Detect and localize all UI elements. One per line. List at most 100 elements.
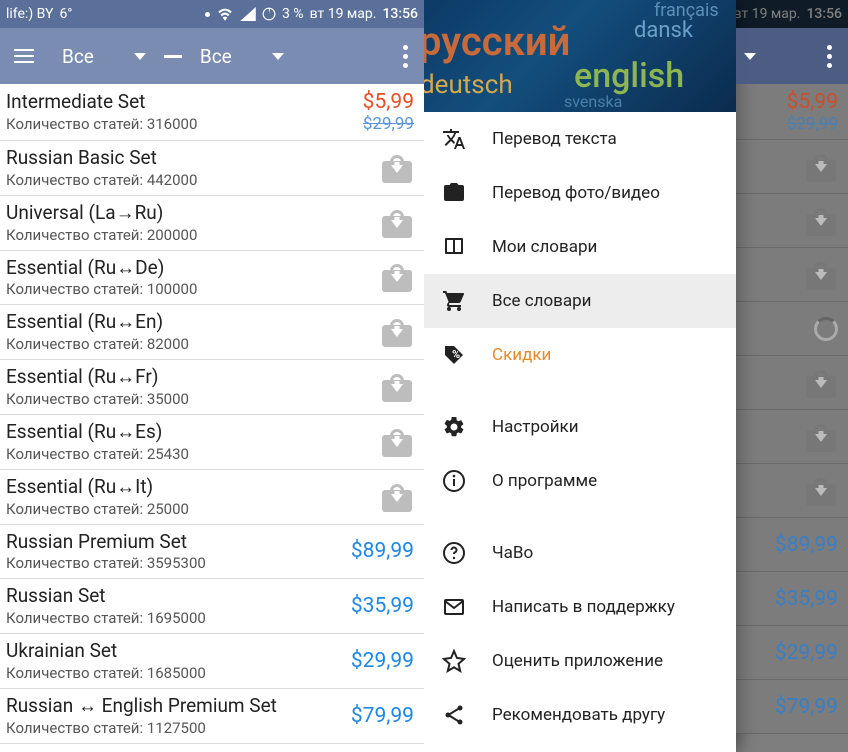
item-price: $29,99 <box>334 649 414 673</box>
carrier-label: life:) BY <box>6 6 53 22</box>
phone-left: life:) BY 6° 3 % вт 19 мар. 13:56 Все Вс <box>0 0 424 752</box>
notification-dot-icon <box>205 12 210 17</box>
item-subtitle: Количество статей: 200000 <box>6 226 380 244</box>
item-title: Ukrainian Set <box>6 640 334 663</box>
translate-icon <box>442 127 466 151</box>
menu-item-discount[interactable]: % Скидки <box>424 328 736 382</box>
dictionary-list[interactable]: Intermediate SetКоличество статей: 31600… <box>0 84 424 752</box>
download-icon[interactable] <box>380 262 414 292</box>
share-icon <box>442 703 466 727</box>
item-title: Russian Premium Set <box>6 531 334 554</box>
wifi-icon <box>216 7 234 21</box>
menu-item-info[interactable]: О программе <box>424 454 736 508</box>
menu-item-label: Настройки <box>492 417 579 437</box>
download-icon[interactable] <box>380 317 414 347</box>
download-icon <box>804 152 838 182</box>
wordcloud-word: français <box>654 0 719 21</box>
date-label: вт 19 мар. <box>310 6 377 22</box>
cart-icon <box>442 289 466 313</box>
list-item[interactable]: Russian ↔ English Premium SetКоличество … <box>0 689 424 744</box>
menu-separator <box>424 382 736 400</box>
list-item[interactable]: Russian Basic SetКоличество статей: 4420… <box>0 141 424 196</box>
loading-spinner-icon <box>814 317 838 341</box>
item-subtitle: Количество статей: 1685000 <box>6 664 334 682</box>
filter-2-dropdown[interactable]: Все <box>190 37 294 76</box>
list-item[interactable]: Essential (Ru↔Fr)Количество статей: 3500… <box>0 360 424 415</box>
list-item[interactable]: Ukrainian SetКоличество статей: 1685000$… <box>0 634 424 689</box>
filter-1-dropdown[interactable]: Все <box>52 37 156 76</box>
list-item-dimmed: $29,99 <box>736 626 848 680</box>
download-icon[interactable] <box>380 208 414 238</box>
wordcloud-word: dansk <box>634 18 693 43</box>
info-icon <box>442 469 466 493</box>
wordcloud-word: deutsch <box>424 70 513 100</box>
svg-text:%: % <box>452 348 460 361</box>
time-label: 13:56 <box>382 6 418 22</box>
item-title: Russian Set <box>6 585 334 608</box>
list-item[interactable]: Essential (Ru↔It)Количество статей: 2500… <box>0 470 424 525</box>
list-item[interactable]: Essential (Ru↔En)Количество статей: 8200… <box>0 305 424 360</box>
list-item[interactable]: Essential (Ru↔De)Количество статей: 1000… <box>0 251 424 306</box>
item-subtitle: Количество статей: 316000 <box>6 115 334 133</box>
battery-label: 3 % <box>282 6 304 22</box>
chevron-down-icon <box>744 53 756 60</box>
download-icon[interactable] <box>380 372 414 402</box>
status-bar: life:) BY 6° 3 % вт 19 мар. 13:56 <box>0 0 424 28</box>
download-icon[interactable] <box>380 153 414 183</box>
list-item[interactable]: Universal (La→Ru)Количество статей: 2000… <box>0 196 424 251</box>
item-subtitle: Количество статей: 25430 <box>6 445 380 463</box>
list-item[interactable]: Essential (Ru↔Es)Количество статей: 2543… <box>0 415 424 470</box>
menu-item-cart[interactable]: Все словари <box>424 274 736 328</box>
list-item-dimmed <box>736 302 848 356</box>
menu-item-help[interactable]: ЧаВо <box>424 526 736 580</box>
list-item[interactable]: Intermediate SetКоличество статей: 31600… <box>0 84 424 141</box>
overflow-menu-button <box>819 37 840 76</box>
menu-item-label: Рекомендовать другу <box>492 705 665 725</box>
menu-item-camera[interactable]: Перевод фото/видео <box>424 166 736 220</box>
item-title: Russian ↔ English Premium Set <box>6 695 334 718</box>
item-subtitle: Количество статей: 82000 <box>6 335 380 353</box>
item-price: $89,99 <box>334 539 414 563</box>
item-subtitle: Количество статей: 1695000 <box>6 609 334 627</box>
download-icon[interactable] <box>380 482 414 512</box>
camera-icon <box>442 181 466 205</box>
filter-2-label: Все <box>200 45 232 68</box>
item-title: Universal (La→Ru) <box>6 202 380 225</box>
item-price: $35,99 <box>758 587 838 611</box>
menu-item-label: Скидки <box>492 345 551 365</box>
menu-item-book[interactable]: Мои словари <box>424 220 736 274</box>
list-item-dimmed <box>736 410 848 464</box>
item-price: $29,99 <box>758 641 838 665</box>
menu-button[interactable] <box>8 41 44 71</box>
book-icon <box>442 235 466 259</box>
mail-icon <box>442 595 466 619</box>
item-subtitle: Количество статей: 442000 <box>6 171 380 189</box>
toolbar: Все Все <box>0 28 424 84</box>
menu-item-label: Все словари <box>492 291 591 311</box>
item-subtitle: Количество статей: 3595300 <box>6 554 334 572</box>
menu-item-translate[interactable]: Перевод текста <box>424 112 736 166</box>
list-item[interactable]: Russian Premium SetКоличество статей: 35… <box>0 525 424 580</box>
list-item[interactable]: English Set <box>0 744 424 752</box>
download-icon[interactable] <box>380 427 414 457</box>
item-price: $5,99 <box>758 90 838 114</box>
item-old-price: $29,99 <box>758 114 838 134</box>
item-old-price: $29,99 <box>334 114 414 134</box>
item-title: Essential (Ru↔It) <box>6 476 380 499</box>
wordcloud-word: english <box>574 56 684 96</box>
menu-item-star[interactable]: Оценить приложение <box>424 634 736 688</box>
toolbar-visible-strip <box>736 28 848 84</box>
list-item[interactable]: Russian SetКоличество статей: 1695000$35… <box>0 579 424 634</box>
chevron-down-icon <box>272 53 284 60</box>
menu-item-label: Мои словари <box>492 237 597 257</box>
menu-item-share[interactable]: Рекомендовать другу <box>424 688 736 742</box>
download-icon <box>804 476 838 506</box>
menu-item-label: ЧаВо <box>492 543 533 563</box>
filter-1-label: Все <box>62 45 94 68</box>
menu-item-settings[interactable]: Настройки <box>424 400 736 454</box>
overflow-menu-button[interactable] <box>395 37 416 76</box>
list-item-dimmed: $5,99$29,99 <box>736 84 848 140</box>
help-icon <box>442 541 466 565</box>
menu-item-mail[interactable]: Написать в поддержку <box>424 580 736 634</box>
star-icon <box>442 649 466 673</box>
